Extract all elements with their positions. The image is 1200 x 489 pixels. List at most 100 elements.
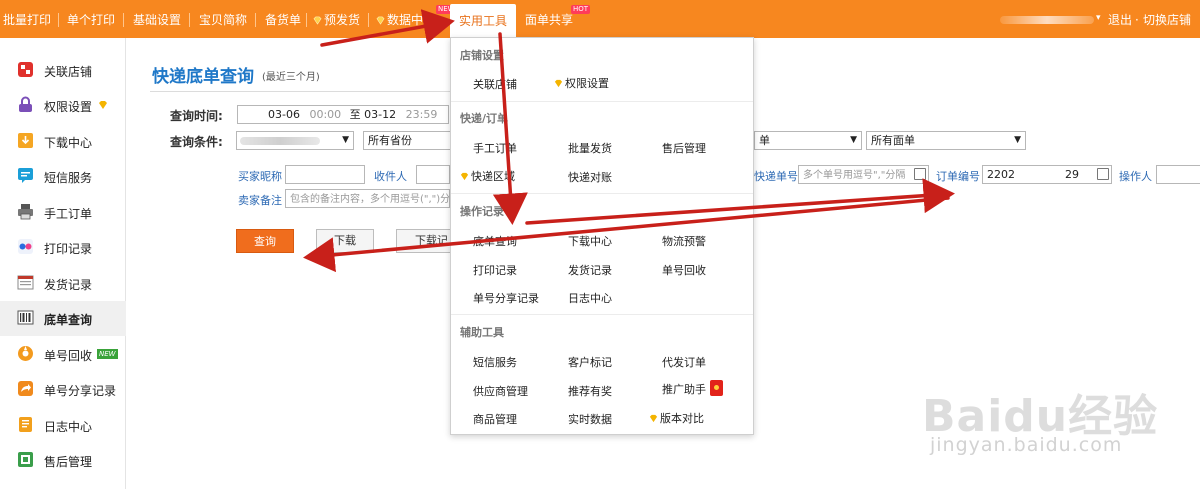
menu-divider (451, 314, 753, 315)
menu-item-label: 快递区域 (471, 170, 515, 183)
menu-item-referral[interactable]: 推荐有奖 (568, 383, 612, 399)
menu-item-number-recycle[interactable]: 单号回收 (662, 262, 706, 278)
express-no-input[interactable]: 多个单号用逗号","分隔 (798, 165, 929, 184)
query-condition-label: 查询条件: (170, 135, 223, 149)
top-nav: 批量打印 单个打印 基础设置 宝贝简称 备货单 预发货 数据中心 NEW 实用工… (0, 0, 1200, 38)
range-separator: 至 (349, 108, 361, 121)
username-blurred (1000, 16, 1094, 24)
order-no-input[interactable]: 2202 29 (982, 165, 1112, 184)
menu-item-batch-ship[interactable]: 批量发货 (568, 140, 612, 156)
sidebar-item-link-shop[interactable]: 关联店铺 (0, 53, 126, 88)
sidebar-item-label: 打印记录 (44, 242, 93, 256)
sidebar-item-shipping-record[interactable]: 发货记录 (0, 266, 126, 301)
menu-item-promo-assistant[interactable]: 推广助手 (662, 380, 723, 397)
menu-item-logistics-alert[interactable]: 物流预警 (662, 233, 706, 249)
menu-item-customer-tag[interactable]: 客户标记 (568, 354, 612, 370)
seller-note-label: 卖家备注 (238, 194, 282, 207)
buyer-nick-input[interactable] (285, 165, 365, 184)
red-envelope-icon (710, 380, 723, 396)
menu-divider (451, 101, 753, 102)
sidebar-item-share-record[interactable]: 单号分享记录 (0, 372, 126, 407)
nav-batch-print[interactable]: 批量打印 (3, 0, 51, 38)
sidebar-item-sms[interactable]: 短信服务 (0, 159, 126, 194)
sidebar-item-label: 单号分享记录 (44, 384, 117, 398)
menu-item-ship-record[interactable]: 发货记录 (568, 262, 612, 278)
menu-item-log-center[interactable]: 日志中心 (568, 290, 612, 306)
menu-item-permission[interactable]: 权限设置 (554, 75, 609, 91)
new-badge: NEW (97, 349, 118, 359)
nav-single-print[interactable]: 单个打印 (67, 0, 115, 38)
sidebar-item-download[interactable]: 下载中心 (0, 124, 126, 159)
switch-shop-link[interactable]: 切换店铺 (1143, 0, 1191, 38)
nav-divider (255, 13, 256, 27)
order-type-value: 单 (759, 134, 770, 147)
menu-item-waybill-query[interactable]: 底单查询 (473, 233, 517, 249)
query-button[interactable]: 查询 (236, 229, 294, 253)
date-range-field[interactable]: 03-06 00:00 至 03-12 23:59 (237, 105, 449, 124)
diamond-icon (554, 79, 563, 88)
sidebar-item-number-recycle[interactable]: 单号回收 NEW (0, 337, 126, 372)
menu-item-realtime-data[interactable]: 实时数据 (568, 411, 612, 427)
edit-icon[interactable] (1097, 168, 1109, 180)
nav-divider (368, 13, 369, 27)
date-from: 03-06 (268, 108, 300, 121)
menu-item-share-record[interactable]: 单号分享记录 (473, 290, 539, 306)
download-record-button[interactable]: 下载记 (396, 229, 450, 253)
menu-divider (451, 193, 753, 194)
sidebar-item-waybill-query[interactable]: 底单查询 (0, 301, 126, 336)
menu-item-label: 推广助手 (662, 383, 706, 396)
nav-item-short-name[interactable]: 宝贝简称 (199, 0, 247, 38)
receiver-label: 收件人 (374, 170, 407, 183)
nav-divider (123, 13, 124, 27)
sidebar-item-permission[interactable]: 权限设置 (0, 88, 126, 123)
menu-item-version-compare[interactable]: 版本对比 (649, 410, 704, 426)
nav-waybill-share[interactable]: 面单共享 (525, 0, 573, 38)
nav-pre-ship[interactable]: 预发货 (313, 0, 360, 38)
nav-basic-settings[interactable]: 基础设置 (133, 0, 181, 38)
sidebar-item-label: 底单查询 (44, 313, 93, 327)
waybill-select-value: 所有面单 (871, 134, 915, 147)
menu-item-express-area[interactable]: 快递区域 (460, 168, 515, 184)
nav-stock-list[interactable]: 备货单 (265, 0, 301, 38)
receiver-input[interactable] (416, 165, 450, 184)
sidebar-item-label: 下载中心 (44, 136, 93, 150)
menu-item-dropship[interactable]: 代发订单 (662, 354, 706, 370)
menu-item-after-sale[interactable]: 售后管理 (662, 140, 706, 156)
nav-practical-tools[interactable]: 实用工具 (450, 4, 516, 38)
menu-item-sms[interactable]: 短信服务 (473, 354, 517, 370)
order-type-select[interactable]: 单 ▼ (754, 131, 862, 150)
time-to: 23:59 (405, 108, 438, 121)
dropdown-arrow-icon: ▼ (1014, 135, 1021, 145)
user-caret-icon[interactable]: ▾ (1096, 13, 1101, 23)
download-button[interactable]: 下载 (316, 229, 374, 253)
practical-tools-menu: 店铺设置 关联店铺 权限设置 快递/订单 手工订单 批量发货 售后管理 快递区域… (450, 37, 754, 435)
menu-item-product[interactable]: 商品管理 (473, 411, 517, 427)
logout-link[interactable]: 退出 (1108, 0, 1132, 38)
menu-item-manual-order[interactable]: 手工订单 (473, 140, 517, 156)
province-select[interactable]: 所有省份 (363, 131, 451, 150)
nav-data-center[interactable]: 数据中心 (376, 0, 435, 38)
waybill-select[interactable]: 所有面单 ▼ (866, 131, 1026, 150)
express-no-placeholder: 多个单号用逗号","分隔 (803, 170, 906, 181)
sidebar-item-log-center[interactable]: 日志中心 (0, 408, 126, 443)
menu-item-download-center[interactable]: 下载中心 (568, 233, 612, 249)
sidebar-item-manual-order[interactable]: 手工订单 (0, 195, 126, 230)
date-to: 03-12 (364, 108, 397, 121)
sidebar-item-after-sale[interactable]: 售后管理 (0, 443, 126, 478)
diamond-icon (460, 172, 469, 181)
nav-divider (189, 13, 190, 27)
diamond-icon (313, 16, 322, 25)
dropdown-arrow-icon: ▼ (850, 135, 857, 145)
edit-icon[interactable] (914, 168, 926, 180)
menu-item-supplier[interactable]: 供应商管理 (473, 383, 528, 399)
menu-item-label: 权限设置 (565, 77, 609, 90)
menu-item-print-record[interactable]: 打印记录 (473, 262, 517, 278)
menu-item-express-reconcile[interactable]: 快递对账 (568, 169, 612, 185)
barcode-icon (17, 310, 34, 325)
menu-item-link-shop[interactable]: 关联店铺 (473, 76, 517, 92)
sidebar-item-print-record[interactable]: 打印记录 (0, 230, 126, 265)
order-no-label: 订单编号 (936, 170, 980, 183)
seller-note-input[interactable]: 包含的备注内容，多个用逗号(",")分 (285, 189, 450, 208)
nav-data-center-label: 数据中心 (387, 13, 436, 27)
operator-input[interactable] (1156, 165, 1200, 184)
